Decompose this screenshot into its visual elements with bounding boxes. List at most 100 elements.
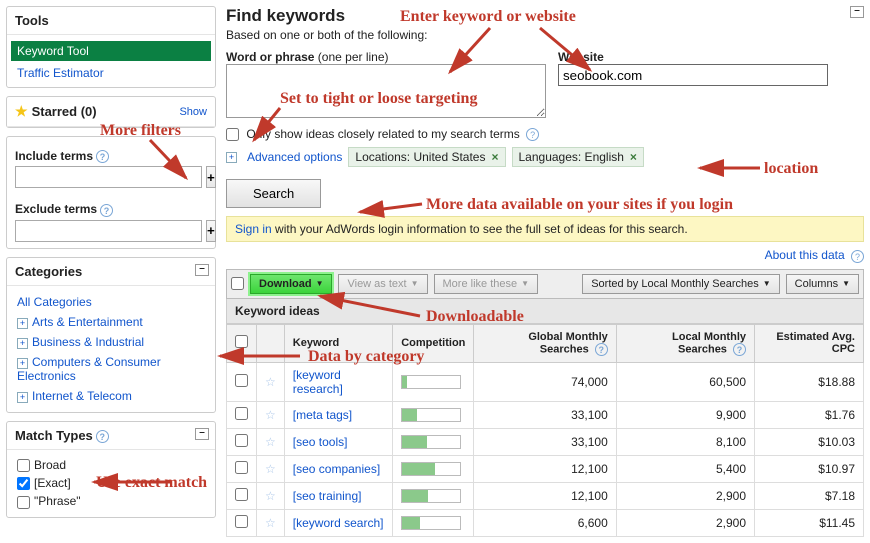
category-link[interactable]: Business & Industrial <box>32 335 144 349</box>
exclude-add-button[interactable]: + <box>206 220 216 242</box>
competition-bar <box>401 462 461 476</box>
global-searches: 12,100 <box>474 455 616 482</box>
keyword-link[interactable]: [seo companies] <box>293 462 380 476</box>
exclude-terms-input[interactable] <box>15 220 202 242</box>
star-icon[interactable]: ☆ <box>265 516 276 530</box>
keyword-link[interactable]: [seo tools] <box>293 435 348 449</box>
expand-category-icon[interactable]: + <box>17 318 28 329</box>
row-checkbox[interactable] <box>235 488 248 501</box>
col-competition[interactable]: Competition <box>393 324 474 362</box>
help-icon[interactable]: ? <box>100 204 113 217</box>
starred-show-link[interactable]: Show <box>179 106 207 118</box>
cpc: $10.03 <box>755 428 864 455</box>
page-subtitle: Based on one or both of the following: <box>226 28 864 42</box>
category-link[interactable]: All Categories <box>17 295 92 309</box>
row-checkbox[interactable] <box>235 374 248 387</box>
tools-header: Tools <box>7 7 215 35</box>
expand-advanced[interactable]: + <box>226 152 237 163</box>
expand-category-icon[interactable]: + <box>17 392 28 403</box>
advanced-options-link[interactable]: Advanced options <box>247 150 342 164</box>
col-keyword[interactable]: Keyword <box>284 324 392 362</box>
more-like-these-button[interactable]: More like these ▼ <box>434 274 539 294</box>
collapse-categories[interactable]: – <box>195 264 209 276</box>
row-checkbox[interactable] <box>235 515 248 528</box>
website-input[interactable] <box>558 64 828 86</box>
download-button[interactable]: Download ▼ <box>250 274 332 294</box>
categories-header: Categories – <box>7 258 215 286</box>
collapse-match[interactable]: – <box>195 428 209 440</box>
cpc: $18.88 <box>755 362 864 401</box>
help-icon[interactable]: ? <box>851 250 864 263</box>
match-exact-label: [Exact] <box>34 476 71 490</box>
sort-dropdown[interactable]: Sorted by Local Monthly Searches ▼ <box>582 274 779 294</box>
keyword-link[interactable]: [seo training] <box>293 489 362 503</box>
star-icon[interactable]: ☆ <box>265 408 276 422</box>
local-searches: 9,900 <box>616 401 754 428</box>
location-tag[interactable]: Locations: United States× <box>348 147 505 167</box>
table-row: ☆[seo companies]12,1005,400$10.97 <box>227 455 864 482</box>
columns-dropdown[interactable]: Columns ▼ <box>786 274 859 294</box>
star-icon[interactable]: ☆ <box>265 489 276 503</box>
table-row: ☆[meta tags]33,1009,900$1.76 <box>227 401 864 428</box>
expand-category-icon[interactable]: + <box>17 338 28 349</box>
competition-bar <box>401 375 461 389</box>
category-link[interactable]: Arts & Entertainment <box>32 315 143 329</box>
view-as-text-button[interactable]: View as text ▼ <box>338 274 427 294</box>
global-searches: 6,600 <box>474 509 616 536</box>
match-broad-checkbox[interactable] <box>17 459 30 472</box>
help-icon[interactable]: ? <box>96 430 109 443</box>
local-searches: 2,900 <box>616 509 754 536</box>
table-row: ☆[keyword search]6,6002,900$11.45 <box>227 509 864 536</box>
select-all-toolbar-checkbox[interactable] <box>231 277 244 290</box>
row-checkbox[interactable] <box>235 407 248 420</box>
select-all-checkbox[interactable] <box>235 335 248 348</box>
category-link[interactable]: Computers & Consumer Electronics <box>17 355 161 383</box>
only-show-checkbox[interactable] <box>226 128 239 141</box>
global-searches: 74,000 <box>474 362 616 401</box>
keyword-link[interactable]: [meta tags] <box>293 408 352 422</box>
col-cpc[interactable]: Estimated Avg. CPC <box>755 324 864 362</box>
sidebar-item-traffic-estimator[interactable]: Traffic Estimator <box>11 63 211 83</box>
keyword-link[interactable]: [keyword research] <box>293 368 343 396</box>
expand-category-icon[interactable]: + <box>17 358 28 369</box>
match-types-header: Match Types? – <box>7 422 215 450</box>
category-link[interactable]: Internet & Telecom <box>32 389 132 403</box>
help-icon[interactable]: ? <box>595 343 608 356</box>
language-tag[interactable]: Languages: English× <box>512 147 644 167</box>
row-checkbox[interactable] <box>235 434 248 447</box>
remove-location-icon[interactable]: × <box>491 150 498 164</box>
keyword-ideas-header: Keyword ideas <box>226 299 864 324</box>
search-button[interactable]: Search <box>226 179 321 208</box>
star-icon: ★ <box>15 103 28 119</box>
table-row: ☆[seo tools]33,1008,100$10.03 <box>227 428 864 455</box>
local-searches: 2,900 <box>616 482 754 509</box>
collapse-exclude[interactable]: – <box>850 6 864 18</box>
include-add-button[interactable]: + <box>206 166 216 188</box>
page-title: Find keywords <box>226 6 864 26</box>
remove-language-icon[interactable]: × <box>630 150 637 164</box>
keyword-link[interactable]: [keyword search] <box>293 516 384 530</box>
star-icon[interactable]: ☆ <box>265 462 276 476</box>
match-phrase-label: "Phrase" <box>34 494 81 508</box>
star-icon[interactable]: ☆ <box>265 375 276 389</box>
sidebar-item-keyword-tool[interactable]: Keyword Tool <box>11 41 211 61</box>
col-global[interactable]: Global Monthly Searches ? <box>474 324 616 362</box>
row-checkbox[interactable] <box>235 461 248 474</box>
star-icon[interactable]: ☆ <box>265 435 276 449</box>
col-local[interactable]: Local Monthly Searches ? <box>616 324 754 362</box>
help-icon[interactable]: ? <box>526 128 539 141</box>
match-broad-label: Broad <box>34 458 66 472</box>
match-phrase-checkbox[interactable] <box>17 496 30 509</box>
help-icon[interactable]: ? <box>733 343 746 356</box>
help-icon[interactable]: ? <box>96 150 109 163</box>
match-exact-checkbox[interactable] <box>17 477 30 490</box>
include-terms-input[interactable] <box>15 166 202 188</box>
word-phrase-input[interactable] <box>226 64 546 118</box>
local-searches: 60,500 <box>616 362 754 401</box>
table-row: ☆[seo training]12,1002,900$7.18 <box>227 482 864 509</box>
chevron-down-icon: ▼ <box>316 279 324 288</box>
about-data-link[interactable]: About this data <box>765 248 845 262</box>
exclude-terms-label: Exclude terms? – <box>15 202 207 216</box>
signin-link[interactable]: Sign in <box>235 222 272 236</box>
table-row: ☆ [keyword research] 74,00060,500$18.88 <box>227 362 864 401</box>
